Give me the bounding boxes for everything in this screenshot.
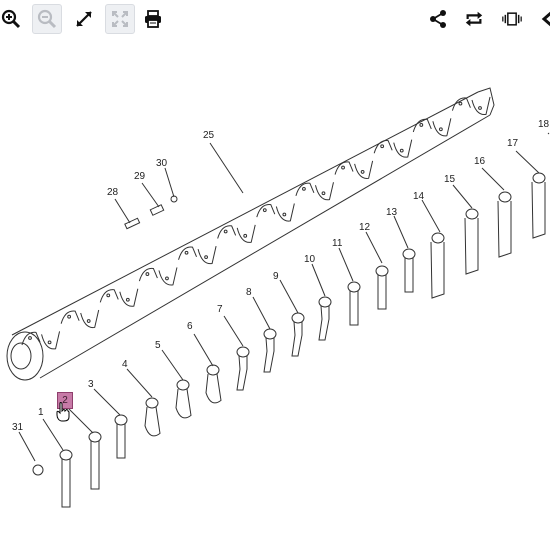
hand-pointer-icon bbox=[56, 402, 70, 427]
callout-25[interactable]: 25 bbox=[203, 131, 214, 141]
callout-6[interactable]: 6 bbox=[187, 322, 193, 332]
callout-15[interactable]: 15 bbox=[444, 175, 455, 185]
auger-flight bbox=[197, 246, 217, 265]
flight-bolt-hole bbox=[458, 101, 463, 106]
flail-blade bbox=[205, 364, 222, 404]
auger-flight bbox=[432, 118, 452, 137]
flight-bolt-hole bbox=[399, 148, 404, 153]
flight-bolt-hole bbox=[419, 123, 424, 127]
flail-blade bbox=[347, 281, 361, 326]
flail-blade bbox=[375, 265, 389, 310]
callout-18[interactable]: 18 bbox=[538, 120, 549, 130]
flail-blade bbox=[531, 172, 546, 239]
auger-flight bbox=[158, 267, 178, 286]
callout-4[interactable]: 4 bbox=[122, 360, 128, 370]
callout-31[interactable]: 31 bbox=[12, 423, 23, 433]
flight-bolt-hole bbox=[262, 208, 267, 213]
chevron-left-icon bbox=[541, 11, 550, 27]
callout-29[interactable]: 29 bbox=[134, 172, 145, 182]
flight-bolt-hole bbox=[165, 276, 169, 281]
callout-28[interactable]: 28 bbox=[107, 188, 118, 198]
rotor-exploded-view bbox=[6, 87, 550, 508]
share-icon bbox=[430, 10, 446, 28]
print-button[interactable] bbox=[138, 4, 168, 34]
flight-bolt-hole bbox=[67, 314, 72, 319]
flight-bolt-hole bbox=[145, 272, 150, 276]
flail-blade bbox=[59, 449, 73, 508]
zoom-in-button[interactable] bbox=[0, 4, 26, 34]
flight-bolt-hole bbox=[223, 229, 228, 234]
callout-16[interactable]: 16 bbox=[474, 157, 485, 167]
flight-bolt-hole bbox=[184, 250, 189, 255]
flight-bolt-hole bbox=[360, 170, 365, 174]
fit-screen-icon bbox=[112, 11, 128, 27]
flight-bolt-hole bbox=[243, 233, 248, 238]
flight-bolt-hole bbox=[341, 165, 345, 170]
expand-icon bbox=[76, 11, 92, 27]
zoom-out-button[interactable] bbox=[32, 4, 62, 34]
flight-bolt-hole bbox=[438, 127, 443, 132]
callout-13[interactable]: 13 bbox=[386, 208, 397, 218]
flight-bolt-hole bbox=[86, 319, 91, 323]
auger-flight bbox=[314, 182, 334, 201]
auger-flight bbox=[119, 288, 139, 307]
print-icon bbox=[145, 10, 161, 28]
auger-flight bbox=[80, 309, 100, 329]
zoom-out-icon bbox=[37, 9, 57, 29]
callout-14[interactable]: 14 bbox=[413, 192, 424, 202]
flight-bolt-hole bbox=[106, 293, 111, 298]
flail-blade bbox=[114, 414, 128, 459]
parts-diagram bbox=[0, 52, 550, 550]
flail-blade bbox=[144, 397, 161, 437]
callout-17[interactable]: 17 bbox=[507, 139, 518, 149]
callout-1[interactable]: 1 bbox=[38, 408, 44, 418]
callout-5[interactable]: 5 bbox=[155, 341, 161, 351]
auger-flight bbox=[41, 331, 61, 350]
callout-11[interactable]: 11 bbox=[332, 239, 342, 249]
callout-8[interactable]: 8 bbox=[246, 288, 252, 298]
flight-bolt-hole bbox=[282, 212, 287, 217]
share-button[interactable] bbox=[423, 4, 453, 34]
flight-bolt-hole bbox=[125, 297, 130, 302]
flight-bolt-hole bbox=[380, 144, 385, 149]
fit-screen-button[interactable] bbox=[105, 4, 135, 34]
callout-3[interactable]: 3 bbox=[88, 380, 94, 390]
flail-blade bbox=[430, 232, 445, 299]
flight-bolt-hole bbox=[321, 191, 326, 196]
rotate-button[interactable] bbox=[459, 4, 489, 34]
flail-blade bbox=[291, 312, 305, 357]
flight-bolt-hole bbox=[28, 336, 32, 340]
auger-flight bbox=[393, 139, 413, 158]
flail-blade bbox=[464, 208, 479, 275]
auger-flight bbox=[275, 203, 295, 222]
flail-blade bbox=[318, 296, 332, 341]
carousel-button[interactable] bbox=[497, 4, 527, 34]
expand-button[interactable] bbox=[69, 4, 99, 34]
auger-flight bbox=[471, 96, 491, 116]
flight-bolt-hole bbox=[204, 255, 208, 260]
flail-blade bbox=[402, 248, 416, 293]
callout-10[interactable]: 10 bbox=[304, 255, 315, 265]
callout-30[interactable]: 30 bbox=[156, 159, 167, 169]
flail-blade bbox=[175, 379, 192, 419]
flail-blade bbox=[263, 328, 277, 373]
carousel-icon bbox=[502, 12, 522, 26]
callout-9[interactable]: 9 bbox=[273, 272, 279, 282]
flail-blade bbox=[497, 191, 512, 258]
flight-bolt-hole bbox=[302, 186, 306, 191]
flail-blade bbox=[236, 346, 250, 391]
zoom-in-icon bbox=[1, 9, 21, 29]
viewer-toolbar bbox=[0, 0, 550, 40]
auger-flight bbox=[354, 160, 374, 179]
flight-bolt-hole bbox=[478, 106, 482, 110]
flail-blade bbox=[88, 431, 102, 490]
flight-bolt-hole bbox=[47, 340, 52, 345]
rotate-icon bbox=[465, 11, 483, 27]
callout-12[interactable]: 12 bbox=[359, 223, 370, 233]
callout-7[interactable]: 7 bbox=[217, 305, 223, 315]
auger-flight bbox=[236, 224, 256, 243]
previous-button[interactable] bbox=[532, 4, 550, 34]
